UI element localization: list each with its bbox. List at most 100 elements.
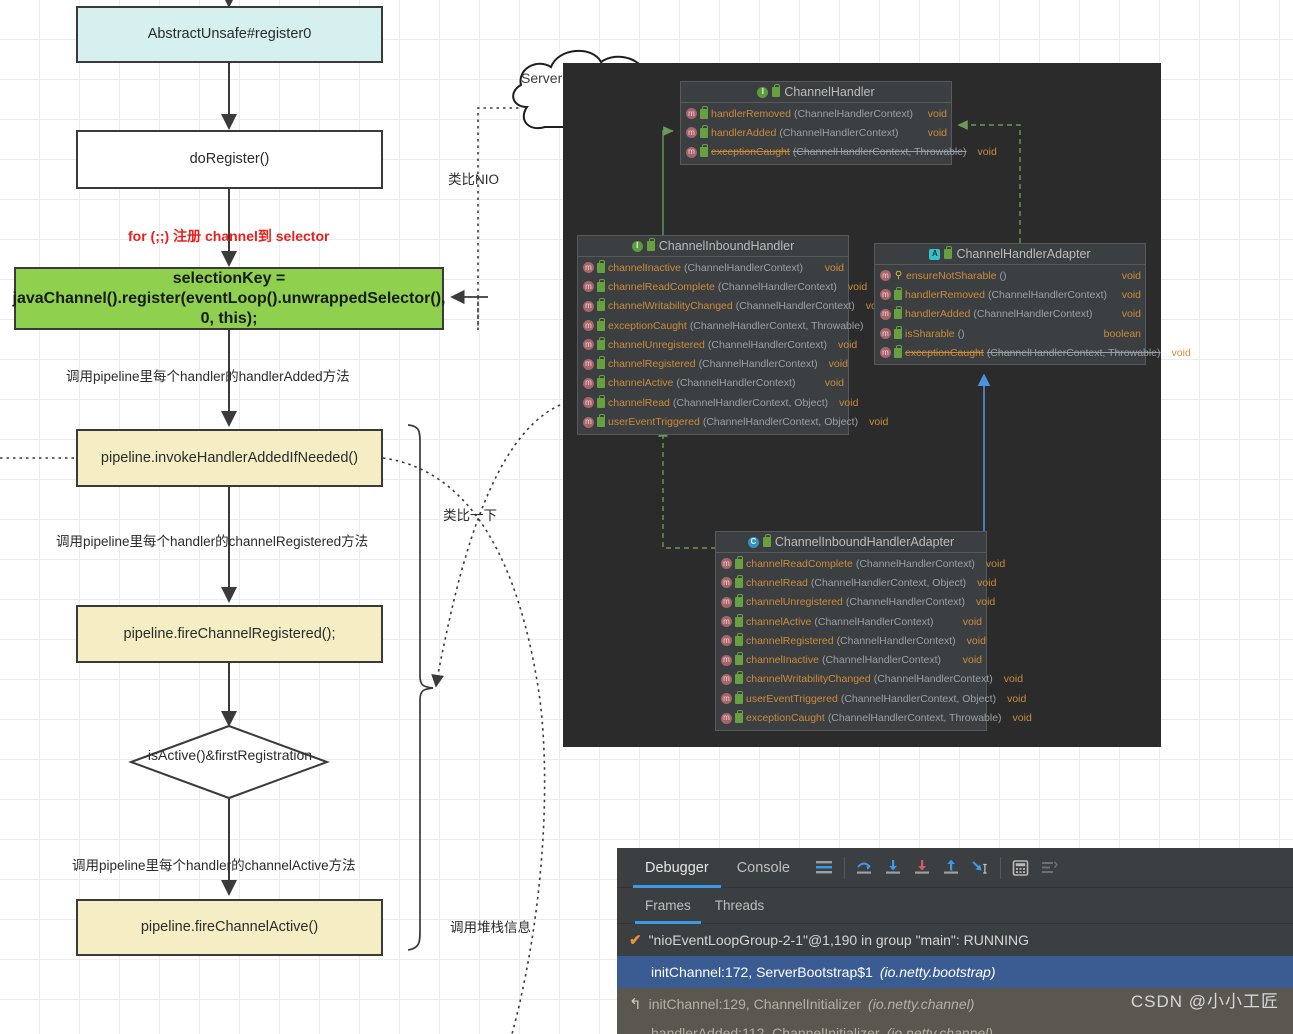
tab-debugger[interactable]: Debugger — [631, 848, 723, 888]
flow-node-label: selectionKey = javaChannel().register(ev… — [12, 269, 446, 327]
uml-method-row[interactable]: m channelUnregistered (ChannelHandlerConte… — [716, 593, 995, 612]
uml-method-row[interactable]: m channelRegistered (ChannelHandlerContext… — [716, 631, 986, 650]
method-icon: m — [686, 127, 697, 139]
method-return-type: void — [1121, 288, 1141, 301]
flow-node-abstract-unsafe-register0[interactable]: AbstractUnsafe#register0 — [76, 6, 383, 63]
uml-class-name: ChannelInboundHandler — [658, 239, 795, 253]
tab-console[interactable]: Console — [723, 848, 804, 888]
flow-node-invoke-handler-added-if-needed[interactable]: pipeline.invokeHandlerAddedIfNeeded() — [76, 429, 383, 487]
uml-method-row[interactable]: m exceptionCaught (ChannelHandlerContext,… — [716, 708, 1032, 727]
uml-method-row[interactable]: m channelInactive (ChannelHandlerContext) v… — [578, 258, 848, 277]
uml-method-row[interactable]: m channelRegistered (ChannelHandlerContext… — [578, 354, 848, 373]
flow-node-selection-key[interactable]: selectionKey = javaChannel().register(ev… — [12, 267, 446, 330]
lock-icon — [597, 394, 605, 408]
flow-node-do-register[interactable]: doRegister() — [76, 130, 383, 189]
uml-method-row[interactable]: m exceptionCaught (ChannelHandlerContext,… — [875, 343, 1191, 362]
edge-label-for-selector: for (;;) 注册 channel到 selector — [128, 228, 330, 244]
method-icon: m — [583, 397, 594, 409]
flow-node-fire-channel-active[interactable]: pipeline.fireChannelActive() — [76, 899, 383, 956]
method-name: channelUnregistered — [608, 338, 705, 351]
uml-method-row[interactable]: m channelWritabilityChanged (ChannelHandl… — [578, 297, 885, 316]
uml-class-channel-inbound-handler-adapter[interactable]: C ChannelInboundHandlerAdapter m channelR… — [715, 531, 1032, 731]
uml-method-row[interactable]: m handlerRemoved (ChannelHandlerContext) vo… — [875, 285, 1145, 304]
flow-node-is-active-first-registration[interactable]: isActive()&firstRegistration — [136, 747, 324, 765]
uml-method-row[interactable]: m ⚲ ensureNotSharable() void — [875, 266, 1145, 285]
calculator-icon[interactable] — [1006, 853, 1035, 883]
uml-class-name: ChannelInboundHandlerAdapter — [774, 535, 955, 549]
method-name: channelRead — [746, 576, 808, 589]
uml-method-row[interactable]: m userEventTriggered (ChannelHandlerContex… — [716, 689, 1026, 708]
abstract-class-icon: A — [929, 248, 941, 260]
uml-method-row[interactable]: m handlerAdded (ChannelHandlerContext) voi… — [875, 305, 1145, 324]
uml-method-row[interactable]: m handlerRemoved (ChannelHandlerContext)… — [681, 104, 951, 123]
uml-class-channel-handler[interactable]: I ChannelHandler m handlerRemoved (Chann… — [680, 81, 997, 165]
debugger-toolbar — [810, 853, 1064, 883]
method-params: (ChannelHandlerContext, Object) — [672, 396, 829, 409]
uml-method-list: m handlerRemoved (ChannelHandlerContext)… — [681, 103, 997, 164]
method-params: (ChannelHandlerContext) — [779, 126, 899, 139]
method-icon: m — [721, 693, 732, 705]
step-over-icon[interactable] — [850, 853, 879, 883]
lock-icon — [735, 710, 743, 724]
frame-row[interactable]: handlerAdded:112, ChannelInitializer (io… — [617, 1020, 1293, 1034]
uml-method-row[interactable]: m channelReadComplete (ChannelHandlerConte… — [578, 277, 867, 296]
lock-icon — [597, 298, 605, 312]
uml-class-channel-inbound-handler[interactable]: I ChannelInboundHandler m channelInactive… — [577, 235, 894, 435]
edge-label-handler-added: 调用pipeline里每个handler的handlerAdded方法 — [66, 369, 350, 384]
uml-method-row[interactable]: m channelReadComplete (ChannelHandlerConte… — [716, 554, 1005, 573]
subtab-frames[interactable]: Frames — [633, 888, 703, 924]
method-params: (ChannelHandlerContext) — [683, 261, 804, 274]
uml-method-row[interactable]: m channelRead (ChannelHandlerContext, Obje… — [578, 393, 858, 412]
lock-icon — [735, 671, 743, 685]
method-name: handlerAdded — [905, 308, 971, 321]
uml-method-row[interactable]: m handlerAdded (ChannelHandlerContext) v… — [681, 123, 951, 142]
uml-method-row[interactable]: m channelInactive (ChannelHandlerContext) v… — [716, 650, 986, 669]
method-return-type: void — [824, 377, 844, 390]
uml-method-row[interactable]: m channelActive (ChannelHandlerContext) voi… — [716, 612, 986, 631]
step-out-icon[interactable] — [937, 853, 966, 883]
uml-method-row[interactable]: m channelRead (ChannelHandlerContext, Obje… — [716, 573, 996, 592]
method-params: (ChannelHandlerContext) — [821, 654, 942, 667]
uml-method-row[interactable]: m exceptionCaught (ChannelHandlerContext, … — [578, 316, 894, 335]
interface-icon: I — [631, 240, 643, 252]
subtab-threads[interactable]: Threads — [703, 888, 777, 924]
method-params: () — [999, 269, 1007, 282]
method-icon: m — [880, 270, 891, 282]
frame-row-thread[interactable]: ✔ "nioEventLoopGroup-2-1"@1,190 in group… — [617, 924, 1293, 956]
lock-icon — [597, 317, 605, 331]
uml-method-row[interactable]: m exceptionCaught (ChannelHandlerContext… — [681, 143, 997, 162]
frame-package: (io.netty.channel) — [886, 1025, 993, 1034]
lock-icon — [700, 124, 708, 138]
hamburger-icon[interactable] — [810, 853, 839, 883]
step-into-icon[interactable] — [879, 853, 908, 883]
flow-node-label: pipeline.fireChannelActive() — [140, 919, 319, 936]
method-icon: m — [686, 108, 697, 120]
uml-method-row[interactable]: m isSharable () boolean — [875, 324, 1145, 343]
method-icon: m — [880, 328, 891, 340]
method-name: exceptionCaught — [608, 319, 687, 332]
run-to-cursor-icon[interactable] — [966, 853, 995, 883]
lock-icon — [735, 652, 743, 666]
lock-icon — [700, 105, 708, 119]
flow-node-label: doRegister() — [189, 151, 270, 168]
frame-row-selected[interactable]: initChannel:172, ServerBootstrap$1 (io.n… — [617, 956, 1293, 988]
method-return-type: void — [828, 358, 848, 371]
method-params: (ChannelHandlerContext) — [707, 338, 827, 351]
uml-class-title: A ChannelHandlerAdapter — [875, 244, 1145, 265]
layout-icon[interactable] — [1035, 853, 1064, 883]
lock-icon — [894, 325, 902, 339]
uml-class-channel-handler-adapter[interactable]: A ChannelHandlerAdapter m ⚲ ensureNotShara… — [874, 243, 1191, 366]
class-icon: C — [747, 536, 759, 548]
uml-method-row[interactable]: m userEventTriggered (ChannelHandlerContex… — [578, 412, 888, 431]
method-params: (ChannelHandlerContext) — [735, 300, 855, 313]
lock-icon — [762, 534, 771, 547]
method-return-type: void — [927, 107, 947, 120]
flow-node-label: AbstractUnsafe#register0 — [147, 26, 312, 43]
uml-method-row[interactable]: m channelUnregistered (ChannelHandlerConte… — [578, 335, 857, 354]
method-name: isSharable — [905, 327, 955, 340]
flow-node-fire-channel-registered[interactable]: pipeline.fireChannelRegistered(); — [76, 605, 383, 663]
uml-method-row[interactable]: m channelActive (ChannelHandlerContext) voi… — [578, 374, 848, 393]
uml-method-row[interactable]: m channelWritabilityChanged (ChannelHandl… — [716, 670, 1023, 689]
method-return-type: void — [1012, 712, 1032, 725]
force-step-into-icon[interactable] — [908, 853, 937, 883]
